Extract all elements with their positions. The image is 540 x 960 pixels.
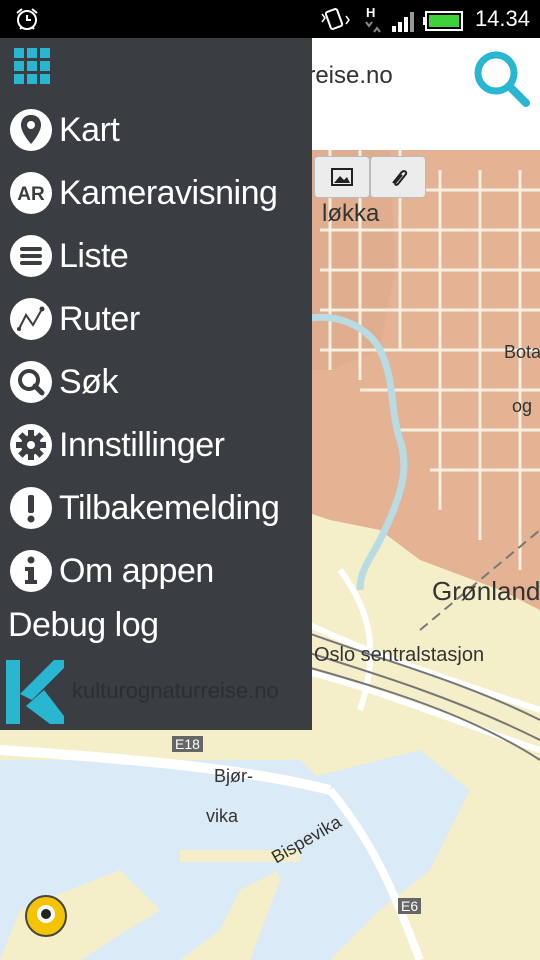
vibrate-icon: [321, 8, 350, 30]
navigation-drawer: Kart AR Kameravisning Liste Ruter Søk In…: [0, 38, 312, 730]
map-label: Bota: [504, 342, 540, 362]
link-button[interactable]: [370, 156, 426, 198]
menu-item-ruter[interactable]: Ruter: [0, 289, 312, 349]
exclamation-icon: [10, 487, 52, 529]
ar-icon: AR: [10, 172, 52, 214]
map-label: Oslo sentralstasjon: [314, 644, 485, 666]
status-time: 14.34: [474, 6, 530, 31]
road-sign-e18: E18: [172, 736, 203, 752]
map-label: Grønland: [432, 576, 540, 606]
status-icons: H: [321, 5, 463, 33]
menu-item-label: Innstillinger: [59, 425, 225, 464]
menu-item-label: Om appen: [59, 551, 214, 590]
brand-text: kulturognaturreise.no: [72, 678, 279, 703]
network-type-text: H: [366, 5, 375, 20]
menu-item-tilbakemelding[interactable]: Tilbakemelding: [0, 478, 312, 538]
map-label: vika: [206, 806, 239, 826]
list-icon: [10, 235, 52, 277]
debug-log-link[interactable]: Debug log: [8, 606, 159, 645]
menu-item-kart[interactable]: Kart: [0, 100, 312, 160]
ar-badge-text: AR: [17, 184, 45, 205]
map-pin-icon: [10, 109, 52, 151]
menu-item-sok[interactable]: Søk: [0, 352, 312, 412]
menu-item-kameravisning[interactable]: AR Kameravisning: [0, 163, 312, 223]
status-bar: H 14.34: [0, 0, 540, 38]
menu-item-label: Ruter: [59, 299, 140, 338]
gear-icon: [10, 424, 52, 466]
kulturognaturreise-logo: [6, 660, 64, 724]
map-label: og: [512, 396, 533, 416]
menu-item-label: Søk: [59, 362, 118, 401]
menu-item-liste[interactable]: Liste: [0, 226, 312, 286]
menu-item-label: Tilbakemelding: [59, 488, 280, 527]
info-icon: [10, 550, 52, 592]
menu-item-label: Kameravisning: [59, 173, 278, 212]
location-marker-icon[interactable]: [24, 894, 68, 938]
signal-icon: [392, 12, 414, 32]
menu-item-label: Kart: [59, 110, 120, 149]
alarm-clock-icon: [16, 8, 38, 30]
menu-item-label: Liste: [59, 236, 129, 275]
app-window: urreise.no løkka Bota og Grønland Oslo s…: [0, 38, 540, 960]
image-icon: [331, 168, 353, 186]
battery-icon: [423, 11, 463, 31]
link-icon: [392, 170, 408, 186]
menu-item-om-appen[interactable]: Om appen: [0, 541, 312, 601]
search-icon[interactable]: [470, 46, 532, 108]
route-icon: [10, 298, 52, 340]
map-label: Bjør-: [214, 766, 253, 786]
menu-item-innstillinger[interactable]: Innstillinger: [0, 415, 312, 475]
search-icon: [10, 361, 52, 403]
road-sign-e6: E6: [398, 898, 422, 914]
image-layer-button[interactable]: [314, 156, 370, 198]
map-label: løkka: [322, 200, 380, 227]
brand-footer[interactable]: kulturognaturreise.no: [0, 658, 312, 730]
app-grid-icon[interactable]: [14, 48, 50, 84]
